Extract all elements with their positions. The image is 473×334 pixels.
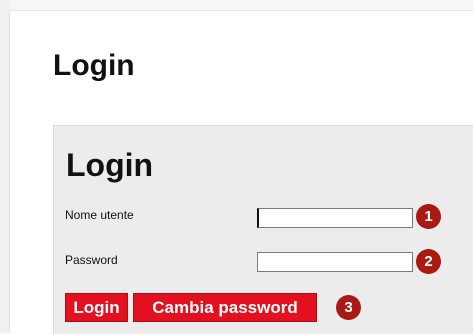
- page-title: Login: [53, 49, 135, 82]
- username-label: Nome utente: [65, 208, 134, 222]
- login-panel: Login Nome utente Password Login Cambia …: [53, 125, 473, 334]
- callout-marker-3: 3: [336, 295, 361, 320]
- change-password-button[interactable]: Cambia password: [133, 293, 317, 322]
- password-input[interactable]: [257, 252, 413, 272]
- window-left-edge: [0, 0, 10, 333]
- login-panel-title: Login: [66, 147, 154, 183]
- login-button[interactable]: Login: [65, 293, 128, 322]
- username-input[interactable]: [257, 208, 413, 228]
- password-label: Password: [65, 253, 118, 267]
- callout-marker-1: 1: [416, 204, 441, 229]
- callout-marker-2: 2: [416, 249, 441, 274]
- window-top-edge: [9, 0, 473, 11]
